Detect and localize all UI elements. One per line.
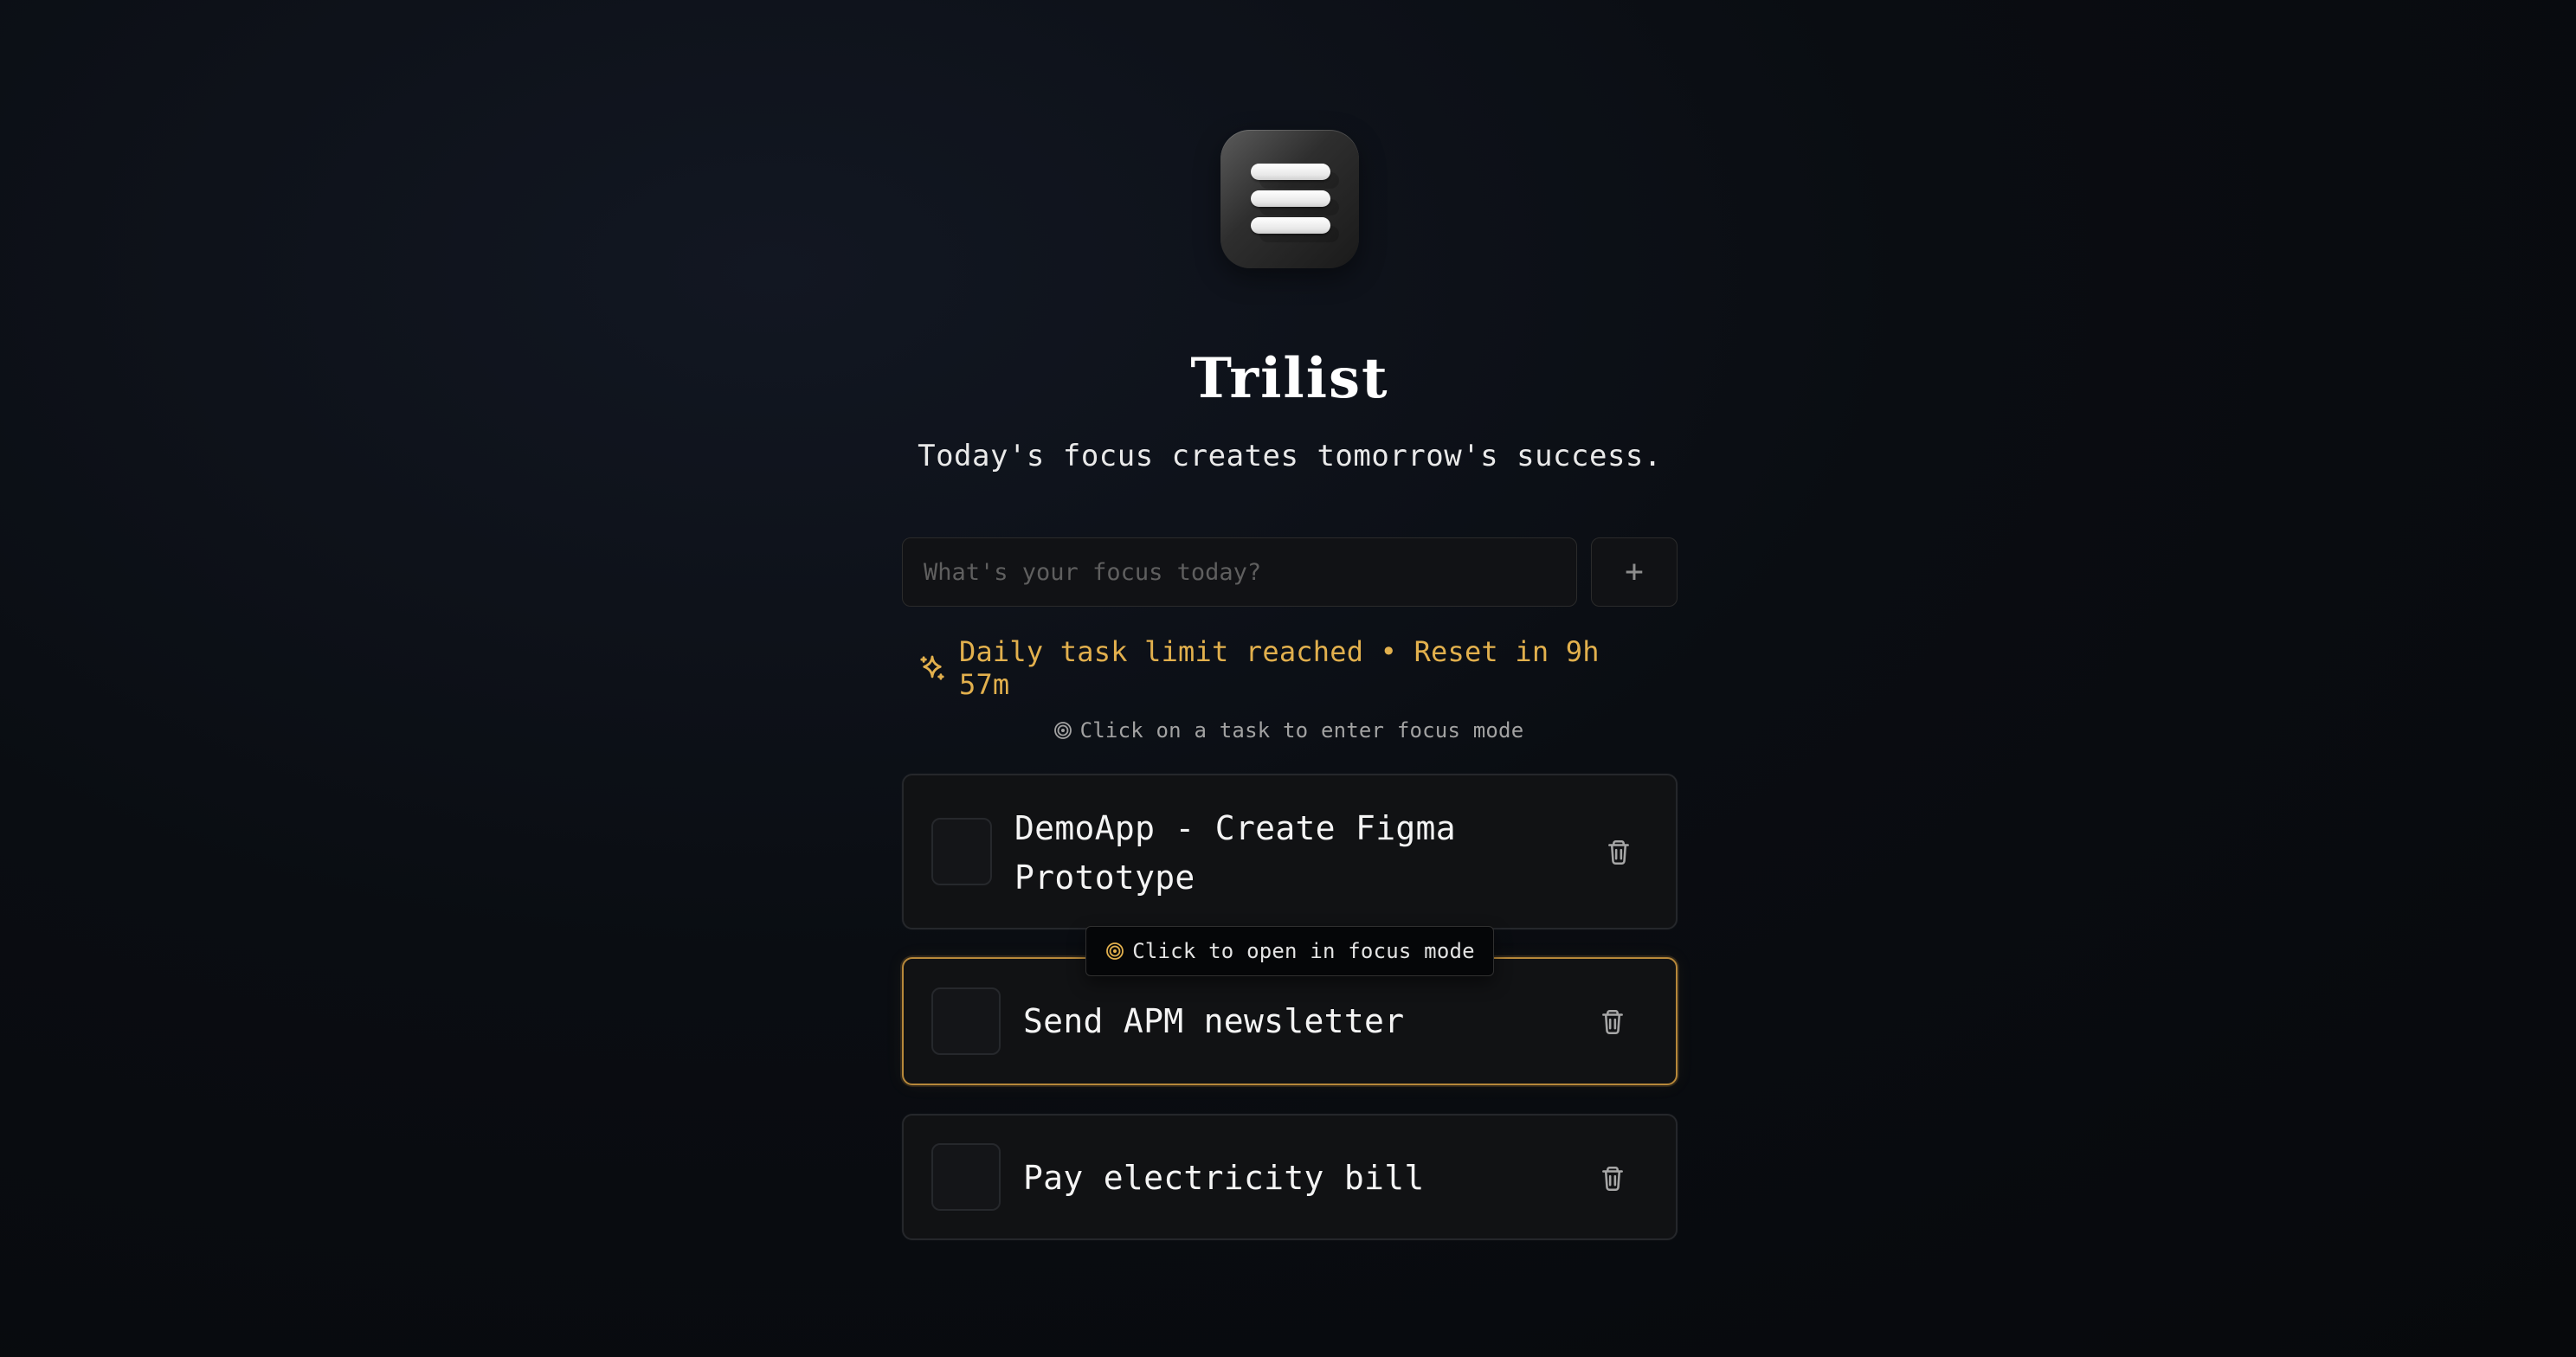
target-icon [1106, 942, 1124, 960]
task-label: DemoApp - Create Figma Prototype [1014, 809, 1456, 897]
task-label: Pay electricity bill [1023, 1159, 1425, 1197]
task-card-send-apm-newsletter[interactable]: Send APM newsletter [902, 957, 1678, 1085]
task-checkbox[interactable] [931, 818, 992, 885]
focus-mode-tooltip: Click to open in focus mode [1085, 926, 1494, 976]
sparkle-icon [920, 655, 944, 680]
task-card-demoapp[interactable]: DemoApp - Create Figma Prototype [902, 774, 1678, 929]
focus-mode-hint-text: Click on a task to enter focus mode [1079, 718, 1524, 743]
trash-icon [1608, 839, 1629, 865]
tagline: Today's focus creates tomorrow's success… [918, 439, 1662, 473]
delete-task-button[interactable] [1593, 1159, 1633, 1199]
logo-line-bottom [1251, 217, 1330, 234]
app-title: Trilist [1190, 345, 1389, 411]
task-label: Send APM newsletter [1023, 1002, 1405, 1040]
logo-line-middle [1251, 190, 1330, 207]
trash-icon [1602, 1166, 1623, 1192]
list-icon [1220, 130, 1359, 268]
target-icon [1053, 722, 1072, 739]
task-card-pay-electricity-bill[interactable]: Pay electricity bill [902, 1114, 1678, 1240]
logo-line-top [1251, 164, 1330, 180]
task-checkbox[interactable] [931, 1143, 1001, 1211]
focus-mode-hint: Click on a task to enter focus mode [1011, 716, 1565, 745]
delete-task-button[interactable] [1599, 833, 1639, 872]
daily-limit-text: Daily task limit reached • Reset in 9h 5… [959, 635, 1600, 701]
task-checkbox[interactable] [931, 987, 1001, 1055]
daily-limit-notice: Daily task limit reached • Reset in 9h 5… [918, 635, 1662, 701]
task-input[interactable] [902, 537, 1577, 607]
tooltip-text: Click to open in focus mode [1132, 939, 1475, 963]
add-task-button[interactable]: + [1591, 537, 1678, 607]
delete-task-button[interactable] [1593, 1002, 1633, 1042]
trilist-app: Trilist Today's focus creates tomorrow's… [0, 0, 2576, 1357]
trash-icon [1602, 1009, 1623, 1035]
